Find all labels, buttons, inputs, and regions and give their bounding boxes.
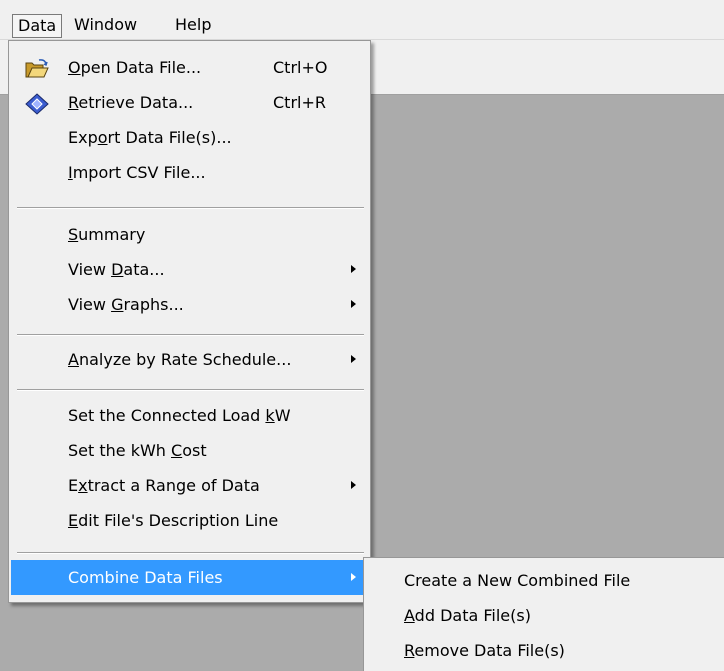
menu-item-label: View Graphs... [68, 295, 184, 314]
submenu-item-remove-data-files[interactable]: Remove Data File(s) [366, 633, 722, 668]
menu-item-label: Edit File's Description Line [68, 511, 279, 530]
shortcut-label: Ctrl+O [273, 58, 328, 77]
menu-item-label: Analyze by Rate Schedule... [68, 350, 292, 369]
menu-item-label: Retrieve Data... [68, 93, 194, 112]
data-menu: Open Data File... Ctrl+O Retrieve Data..… [8, 40, 371, 603]
menu-separator [17, 207, 364, 209]
menu-item-retrieve-data[interactable]: Retrieve Data... Ctrl+R [11, 85, 368, 120]
menu-item-summary[interactable]: Summary [11, 217, 368, 252]
menu-item-label: Import CSV File... [68, 163, 206, 182]
menu-item-label: Set the kWh Cost [68, 441, 207, 460]
menu-separator [17, 389, 364, 391]
menu-item-label: Create a New Combined File [404, 571, 631, 590]
submenu-item-create-combined-file[interactable]: Create a New Combined File [366, 563, 722, 598]
submenu-arrow-icon [351, 481, 356, 489]
menu-item-label: View Data... [68, 260, 165, 279]
menu-item-combine-data-files[interactable]: Combine Data Files [11, 560, 368, 595]
menu-item-label: Open Data File... [68, 58, 202, 77]
menu-item-label: Extract a Range of Data [68, 476, 260, 495]
menu-item-label: Export Data File(s)... [68, 128, 232, 147]
menu-item-label: Add Data File(s) [404, 606, 531, 625]
shortcut-label: Ctrl+R [273, 93, 326, 112]
submenu-arrow-icon [351, 355, 356, 363]
menu-item-label: Combine Data Files [68, 568, 223, 587]
submenu-arrow-icon [351, 573, 356, 581]
submenu-arrow-icon [351, 300, 356, 308]
menu-item-edit-description-line[interactable]: Edit File's Description Line [11, 503, 368, 538]
menu-item-label: Remove Data File(s) [404, 641, 565, 660]
menu-window[interactable]: Window [69, 14, 142, 38]
menu-item-label: Summary [68, 225, 146, 244]
menu-item-view-graphs[interactable]: View Graphs... [11, 287, 368, 322]
menu-item-set-connected-load[interactable]: Set the Connected Load kW [11, 398, 368, 433]
retrieve-data-icon [25, 92, 49, 115]
menu-item-label: Set the Connected Load kW [68, 406, 291, 425]
menu-item-set-kwh-cost[interactable]: Set the kWh Cost [11, 433, 368, 468]
menu-bar: Data Window Help [0, 0, 724, 40]
menu-item-import-csv-file[interactable]: Import CSV File... [11, 155, 368, 190]
menu-item-export-data-files[interactable]: Export Data File(s)... [11, 120, 368, 155]
menu-data[interactable]: Data [12, 14, 63, 38]
menu-separator [17, 552, 364, 554]
open-folder-icon [25, 57, 49, 79]
menu-item-extract-range[interactable]: Extract a Range of Data [11, 468, 368, 503]
menu-help[interactable]: Help [170, 14, 216, 38]
combine-data-files-submenu: Create a New Combined File Add Data File… [363, 557, 724, 671]
menu-item-open-data-file[interactable]: Open Data File... Ctrl+O [11, 50, 368, 85]
menu-item-view-data[interactable]: View Data... [11, 252, 368, 287]
menu-item-analyze-by-rate-schedule[interactable]: Analyze by Rate Schedule... [11, 342, 368, 377]
menu-separator [17, 334, 364, 336]
submenu-arrow-icon [351, 265, 356, 273]
submenu-item-add-data-files[interactable]: Add Data File(s) [366, 598, 722, 633]
